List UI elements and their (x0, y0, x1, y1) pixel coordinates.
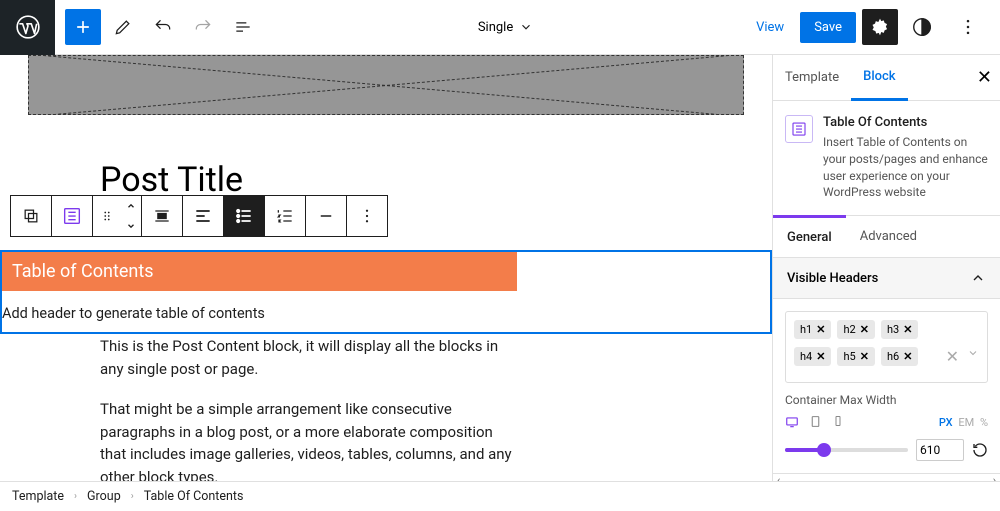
block-info: Table Of Contents Insert Table of Conten… (773, 101, 1000, 216)
align-button[interactable] (142, 196, 182, 236)
gear-icon (870, 17, 890, 37)
add-block-button[interactable] (65, 9, 101, 45)
chevron-up-icon (970, 270, 986, 286)
unit-picker: PX EM % (936, 416, 988, 429)
remove-tag-icon[interactable]: ✕ (860, 323, 869, 336)
breadcrumb-item[interactable]: Table Of Contents (144, 489, 244, 504)
sidebar-scrollbar[interactable]: ‹› (773, 473, 1000, 481)
content-paragraph[interactable]: That might be a simple arrangement like … (100, 398, 512, 481)
remove-tag-icon[interactable]: ✕ (816, 323, 825, 336)
tag-h4[interactable]: h4✕ (794, 347, 831, 366)
breadcrumb-item[interactable]: Template (12, 489, 64, 504)
unit-px[interactable]: PX (939, 416, 953, 429)
undo-button[interactable] (145, 9, 181, 45)
unit-em[interactable]: EM (958, 416, 974, 429)
template-selector[interactable]: Single (265, 20, 746, 35)
top-toolbar: Single View Save (0, 0, 1000, 55)
block-breadcrumb: Template › Group › Table Of Contents (0, 481, 1000, 511)
subtab-general[interactable]: General (773, 215, 846, 257)
chevron-right-icon: › (74, 491, 77, 502)
more-menu-button[interactable] (950, 9, 986, 45)
responsive-device-picker (785, 415, 844, 429)
tag-h6[interactable]: h6✕ (881, 347, 918, 366)
tag-h5[interactable]: h5✕ (837, 347, 874, 366)
settings-sidebar: Template Block ✕ Table Of Contents Inser… (772, 55, 1000, 481)
block-info-desc: Insert Table of Contents on your posts/p… (823, 134, 988, 201)
width-input[interactable] (916, 439, 964, 461)
post-content: This is the Post Content block, it will … (100, 335, 512, 481)
move-down-button[interactable] (121, 216, 141, 236)
view-link[interactable]: View (746, 20, 794, 35)
close-sidebar-button[interactable]: ✕ (977, 67, 992, 88)
remove-tag-icon[interactable]: ✕ (860, 350, 869, 363)
template-label: Single (478, 20, 513, 35)
panel-visible-headers: Visible Headers h1✕ h2✕ h3✕ h4✕ h5✕ h6✕ (773, 258, 1000, 473)
subtab-advanced[interactable]: Advanced (846, 216, 931, 257)
align-left-button[interactable] (183, 196, 223, 236)
tag-h2[interactable]: h2✕ (837, 320, 874, 339)
clear-all-tags-button[interactable]: ✕ (946, 347, 959, 366)
chevron-right-icon: › (131, 491, 134, 502)
list-view-button[interactable] (225, 9, 261, 45)
unit-percent[interactable]: % (980, 416, 988, 429)
toc-icon (785, 115, 813, 143)
slider-thumb[interactable] (817, 443, 831, 457)
toc-header: Table of Contents (2, 252, 517, 291)
wp-logo[interactable] (0, 0, 55, 55)
remove-tag-icon[interactable]: ✕ (903, 323, 912, 336)
toc-placeholder: Add header to generate table of contents (2, 291, 770, 332)
drag-handle[interactable] (93, 196, 121, 236)
chevron-down-icon (519, 20, 533, 34)
save-button[interactable]: Save (800, 12, 856, 43)
styles-button[interactable] (904, 9, 940, 45)
editor-canvas: Post Title (0, 55, 772, 481)
redo-button[interactable] (185, 9, 221, 45)
panel-head-visible-headers[interactable]: Visible Headers (773, 258, 1000, 299)
width-slider[interactable] (785, 448, 908, 452)
device-mobile-icon[interactable] (832, 415, 844, 429)
tag-h3[interactable]: h3✕ (881, 320, 918, 339)
minus-button[interactable] (306, 196, 346, 236)
featured-image-placeholder[interactable] (28, 55, 744, 115)
list-bullet-button[interactable] (224, 196, 264, 236)
settings-button[interactable] (862, 9, 898, 45)
edit-icon[interactable] (105, 9, 141, 45)
block-more-button[interactable] (347, 196, 387, 236)
block-type-button[interactable] (52, 196, 92, 236)
breadcrumb-item[interactable]: Group (87, 489, 121, 504)
device-desktop-icon[interactable] (785, 415, 799, 429)
remove-tag-icon[interactable]: ✕ (816, 350, 825, 363)
toc-block[interactable]: Table of Contents Add header to generate… (0, 250, 772, 334)
tag-h1[interactable]: h1✕ (794, 320, 831, 339)
reset-button[interactable] (972, 442, 988, 458)
block-toolbar (10, 195, 388, 237)
list-numbered-button[interactable] (265, 196, 305, 236)
post-title[interactable]: Post Title (100, 160, 772, 200)
move-up-button[interactable] (121, 196, 141, 216)
block-info-title: Table Of Contents (823, 115, 988, 130)
device-tablet-icon[interactable] (809, 415, 822, 429)
remove-tag-icon[interactable]: ✕ (903, 350, 912, 363)
tab-block[interactable]: Block (851, 55, 907, 101)
content-paragraph[interactable]: This is the Post Content block, it will … (100, 335, 512, 380)
select-parent-button[interactable] (11, 196, 51, 236)
container-width-label: Container Max Width (785, 393, 988, 407)
block-subtabs: General Advanced (773, 216, 1000, 258)
tags-dropdown-button[interactable] (967, 347, 979, 366)
tab-template[interactable]: Template (773, 55, 851, 100)
sidebar-tabs: Template Block ✕ (773, 55, 1000, 101)
panel-title: Visible Headers (787, 271, 878, 286)
